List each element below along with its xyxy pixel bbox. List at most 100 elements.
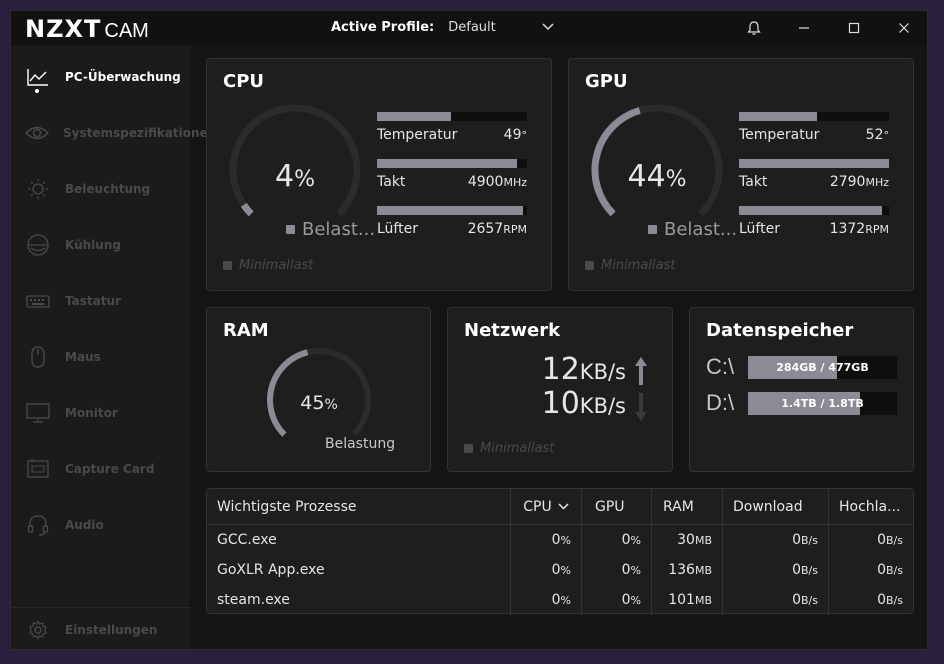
checkbox-icon: [585, 261, 594, 270]
minimize-icon[interactable]: [794, 18, 814, 38]
gpu-clock-number: 2790: [829, 174, 866, 190]
sidebar-item-label: Maus: [65, 350, 101, 364]
drive-d-row: D:\ 1.4TB / 1.8TB: [706, 390, 897, 416]
drive-d-usage: 1.4TB / 1.8TB: [781, 396, 864, 410]
table-cell-gpu: 0%: [582, 585, 652, 615]
profile-selector[interactable]: Active Profile: Default: [331, 20, 554, 35]
drive-d-bar: 1.4TB / 1.8TB: [748, 391, 897, 415]
gpu-fan-fill: [739, 206, 882, 215]
ram-title: RAM: [223, 320, 269, 341]
top-processes-table: Wichtigste Prozesse CPU GPU RAM Download…: [206, 488, 914, 615]
gpu-load-readout: 44%: [609, 159, 705, 194]
sidebar-item-system-specs[interactable]: Systemspezifikationen: [25, 117, 216, 149]
notification-bell-icon[interactable]: [744, 18, 764, 38]
sidebar-item-capture-card[interactable]: Capture Card: [25, 453, 190, 485]
sidebar-item-mouse[interactable]: Maus: [25, 341, 190, 373]
cpu-fan-value: 2657RPM: [447, 221, 527, 237]
sidebar-item-label: Tastatur: [65, 294, 121, 308]
gpu-temp-number: 52: [865, 127, 884, 143]
column-header-process[interactable]: Wichtigste Prozesse: [207, 489, 511, 524]
cpu-fan-label: Lüfter: [377, 221, 418, 237]
cpu-temp-value: 49°: [447, 127, 527, 143]
sidebar-item-cooling[interactable]: Kühlung: [25, 229, 190, 261]
cpu-minimal-load-toggle[interactable]: Minimallast: [223, 258, 313, 273]
ram-card[interactable]: RAM 45% Belastung: [206, 307, 431, 472]
ram-load-unit: %: [324, 397, 338, 413]
chevron-down-icon[interactable]: [542, 21, 554, 34]
gpu-clock-value: 2790MHz: [809, 174, 889, 190]
drive-c-letter: C:\: [706, 354, 735, 379]
cpu-load-readout: 4%: [247, 159, 343, 194]
cpu-card[interactable]: CPU 4% Belast... Minimallast Temperatur …: [206, 58, 552, 291]
profile-label: Active Profile:: [331, 20, 435, 35]
sidebar-item-settings[interactable]: Einstellungen: [25, 614, 190, 646]
sun-icon: [25, 177, 51, 201]
gpu-clock-fill: [739, 159, 889, 168]
cpu-clock-number: 4900: [467, 174, 504, 190]
sidebar-item-label: Beleuchtung: [65, 182, 151, 196]
sidebar-item-label: Monitor: [65, 406, 118, 420]
upload-value: 12: [541, 352, 580, 387]
settings-label: Einstellungen: [65, 623, 158, 637]
sidebar-item-label: Capture Card: [65, 462, 155, 476]
cpu-load-value: 4: [275, 159, 295, 194]
drive-c-usage: 284GB / 477GB: [776, 360, 869, 374]
cpu-clock-unit: MHz: [503, 176, 527, 189]
table-cell-name: GCC.exe: [207, 525, 511, 555]
sidebar-item-label: Audio: [65, 518, 104, 532]
cpu-clock-value: 4900MHz: [447, 174, 527, 190]
sidebar-item-lighting[interactable]: Beleuchtung: [25, 173, 190, 205]
column-header-cpu[interactable]: CPU: [511, 489, 582, 524]
maximize-icon[interactable]: [844, 18, 864, 38]
cpu-load-legend: Belast...: [286, 219, 375, 240]
logo-product: CAM: [104, 20, 149, 42]
drive-c-bar: 284GB / 477GB: [748, 355, 897, 379]
network-minimal-load-toggle[interactable]: Minimallast: [464, 441, 554, 456]
cpu-fan-number: 2657: [467, 221, 504, 237]
download-unit: KB/s: [579, 394, 626, 418]
cpu-fan-bar: [377, 206, 527, 215]
gpu-clock-bar: [739, 159, 889, 168]
cpu-minimal-label: Minimallast: [239, 258, 314, 273]
table-cell-ram: 30 MB: [652, 525, 723, 555]
table-cell-cpu: 0%: [511, 525, 582, 555]
monitor-icon: [25, 401, 51, 425]
column-header-gpu[interactable]: GPU: [582, 489, 652, 524]
gpu-fan-value: 1372RPM: [809, 221, 889, 237]
table-cell-cpu: 0%: [511, 585, 582, 615]
table-cell-download: 0 B/s: [723, 525, 829, 555]
network-card[interactable]: Netzwerk 12KB/s 10KB/s Minimallast: [447, 307, 673, 472]
gpu-card[interactable]: GPU 44% Belast... Minimallast Temperatur…: [568, 58, 914, 291]
sidebar-item-label: Systemspezifikationen: [63, 126, 217, 140]
gpu-temp-label: Temperatur: [739, 127, 820, 143]
cpu-load-label: Belast...: [302, 219, 376, 240]
column-header-ram[interactable]: RAM: [652, 489, 723, 524]
sidebar-item-keyboard[interactable]: Tastatur: [25, 285, 190, 317]
title-bar: NZXT CAM Active Profile: Default: [11, 11, 927, 45]
gpu-fan-label: Lüfter: [739, 221, 780, 237]
sidebar-item-audio[interactable]: Audio: [25, 509, 190, 541]
close-icon[interactable]: [894, 18, 914, 38]
gpu-temp-fill: [739, 112, 817, 121]
upload-unit: KB/s: [579, 360, 626, 384]
column-header-upload[interactable]: Hochla...: [829, 489, 913, 524]
column-header-download[interactable]: Download: [723, 489, 829, 524]
storage-title: Datenspeicher: [706, 320, 854, 341]
active-indicator-dot: [35, 89, 39, 93]
checkbox-icon: [223, 261, 232, 270]
table-cell-ram: 136 MB: [652, 555, 723, 585]
gpu-minimal-load-toggle[interactable]: Minimallast: [585, 258, 675, 273]
cpu-clock-fill: [377, 159, 517, 168]
cpu-fan-fill: [377, 206, 523, 215]
sidebar-item-pc-monitoring[interactable]: PC-Überwachung: [25, 61, 190, 93]
profile-value[interactable]: Default: [448, 20, 542, 35]
logo-brand: NZXT: [25, 15, 102, 43]
headset-icon: [25, 513, 51, 537]
gpu-temp-bar: [739, 112, 889, 121]
gpu-minimal-label: Minimallast: [601, 258, 676, 273]
gpu-clock-unit: MHz: [865, 176, 889, 189]
ram-load-label: Belastung: [325, 436, 396, 452]
storage-card[interactable]: Datenspeicher C:\ 284GB / 477GB D:\ 1.4T…: [689, 307, 914, 472]
sort-chevron-down-icon[interactable]: [558, 503, 569, 510]
sidebar-item-monitor[interactable]: Monitor: [25, 397, 190, 429]
